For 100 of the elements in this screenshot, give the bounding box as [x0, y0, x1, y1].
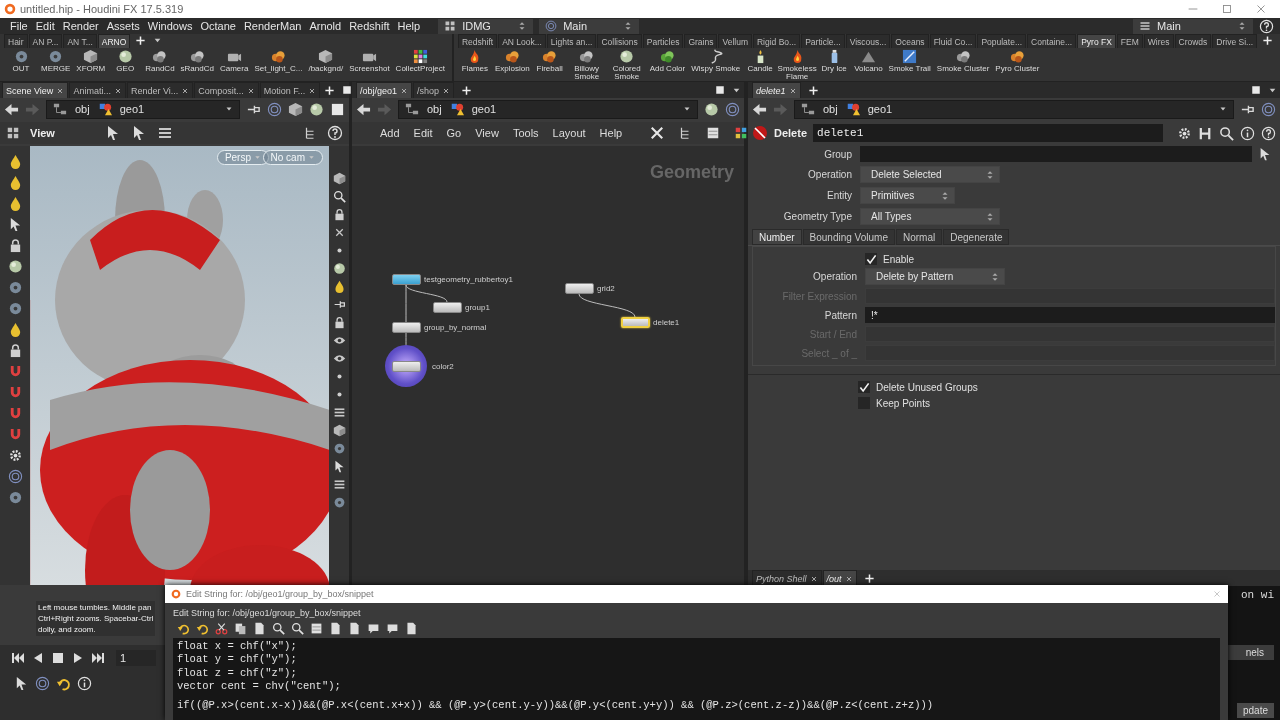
lock-icon[interactable] — [332, 208, 346, 221]
sphere-icon[interactable] — [332, 262, 346, 275]
pane-tab[interactable]: Composit... — [194, 82, 259, 98]
shelf-tool[interactable]: Dry Ice — [817, 49, 852, 73]
speech-bubble-icon[interactable] — [386, 622, 399, 635]
square-icon[interactable] — [1251, 85, 1261, 95]
path-crumb[interactable]: obj — [75, 103, 90, 115]
menu-item[interactable]: Go — [446, 127, 462, 139]
network-node[interactable] — [621, 317, 650, 328]
cube-icon[interactable] — [332, 172, 346, 185]
document-icon[interactable] — [253, 622, 266, 635]
update-button[interactable]: pdate — [1236, 703, 1274, 718]
shelf-tool[interactable]: Candle — [743, 49, 778, 73]
cube-icon[interactable] — [332, 424, 346, 437]
pane-tab[interactable]: AN Look... — [498, 34, 546, 48]
checkbox[interactable] — [865, 253, 877, 265]
back-arrow-icon[interactable] — [752, 101, 767, 117]
sphere-icon[interactable] — [309, 101, 324, 117]
disc-icon[interactable] — [7, 301, 23, 316]
shelf-tool[interactable]: Volcano — [851, 49, 886, 73]
pane-tab[interactable]: Pyro FX — [1077, 34, 1116, 48]
square-icon[interactable] — [330, 101, 345, 117]
shelf-tool[interactable]: Explosion — [491, 49, 533, 73]
search-icon[interactable] — [332, 190, 346, 203]
path-field[interactable]: obj geo1 — [398, 99, 698, 119]
network-node[interactable] — [392, 274, 421, 285]
folder-tab[interactable]: Normal — [896, 229, 943, 245]
caret-icon[interactable] — [225, 105, 233, 113]
color-grid-icon[interactable] — [734, 126, 749, 140]
pane-tab[interactable]: Grains — [684, 34, 718, 48]
path-crumb[interactable]: obj — [823, 103, 838, 115]
eye-icon[interactable] — [332, 334, 346, 347]
gear-icon[interactable] — [7, 448, 23, 463]
path-field[interactable]: obj geo1 — [46, 99, 240, 119]
back-arrow-icon[interactable] — [356, 101, 371, 117]
search-icon[interactable] — [1219, 125, 1234, 141]
help-icon[interactable] — [1259, 18, 1274, 34]
menu-item[interactable]: RenderMan — [239, 20, 306, 32]
eye-icon[interactable] — [332, 352, 346, 365]
shelf-tool[interactable]: RandCd — [142, 49, 178, 73]
shelf-tool[interactable]: Screenshot — [346, 49, 393, 73]
lock-icon[interactable] — [332, 316, 346, 329]
menu-item[interactable]: Add — [380, 127, 400, 139]
square-icon[interactable] — [342, 85, 353, 95]
sphere-icon[interactable] — [7, 259, 23, 274]
path-crumb[interactable]: obj — [427, 103, 442, 115]
pane-tab[interactable]: Populate... — [977, 34, 1026, 48]
network-node[interactable] — [392, 322, 421, 333]
dropdown-menu[interactable]: All Types — [860, 208, 1000, 225]
pane-tab[interactable]: Wires — [1143, 34, 1174, 48]
shelf-tool[interactable]: /backgnd/ — [305, 49, 347, 73]
desktop-selector[interactable]: IDMG — [438, 18, 534, 34]
node-name-field[interactable]: delete1 — [813, 124, 1163, 142]
shelf-tool[interactable]: Colored Smoke — [606, 49, 647, 81]
caret-icon[interactable] — [1219, 105, 1227, 113]
cube-icon[interactable] — [288, 101, 303, 117]
shelf-tool[interactable]: Wispy Smoke — [688, 49, 744, 73]
h-icon[interactable] — [1198, 125, 1213, 141]
shelf-tool[interactable]: CollectProject — [392, 49, 448, 73]
scissors-icon[interactable] — [215, 622, 228, 635]
disc-icon[interactable] — [7, 280, 23, 295]
network-node[interactable] — [392, 361, 421, 372]
pane-tab[interactable]: Redshift — [457, 34, 498, 48]
help-icon[interactable] — [327, 125, 343, 141]
plus-icon[interactable] — [1262, 35, 1274, 46]
network-node[interactable] — [565, 283, 594, 294]
desktop-selector[interactable]: Main — [1133, 18, 1253, 34]
pane-tab[interactable]: Hair — [4, 34, 28, 48]
plus-icon[interactable] — [807, 85, 819, 96]
tree-icon[interactable] — [303, 126, 317, 140]
menu-item[interactable]: Tools — [512, 127, 539, 139]
pane-tab[interactable]: FEM — [1116, 34, 1143, 48]
pane-tab[interactable]: Crowds — [1174, 34, 1212, 48]
shelf-tool[interactable]: Fireball — [532, 49, 567, 73]
pane-tab[interactable]: Lights an... — [546, 34, 597, 48]
document-icon[interactable] — [348, 622, 361, 635]
info-icon[interactable] — [77, 676, 92, 691]
shelf-tool[interactable]: Smokeless Flame — [777, 49, 818, 81]
skip-back-icon[interactable] — [10, 650, 26, 666]
pin-icon[interactable] — [332, 298, 346, 311]
pane-tab[interactable]: Viscous... — [845, 34, 891, 48]
pointer-icon[interactable] — [1258, 147, 1272, 161]
pane-tab[interactable]: Particles — [642, 34, 684, 48]
pane-tab[interactable]: /out — [822, 570, 857, 586]
pane-tab[interactable]: /obj/geo1 — [356, 82, 413, 98]
path-field[interactable]: obj geo1 — [794, 99, 1234, 119]
dropdown-menu[interactable]: Delete Selected — [860, 166, 1000, 183]
menu-item[interactable]: Octane — [196, 20, 240, 32]
plus-icon[interactable] — [135, 35, 147, 46]
shelf-tool[interactable]: Smoke Trail — [885, 49, 934, 73]
shelf-tool[interactable]: Set_light_C... — [251, 49, 306, 73]
document-icon[interactable] — [329, 622, 342, 635]
checkbox[interactable] — [858, 381, 870, 393]
dropdown-menu[interactable]: Delete by Pattern — [865, 268, 1005, 285]
menu-item[interactable]: Render — [58, 20, 103, 32]
pane-tab[interactable]: Scene View — [2, 82, 69, 98]
disc-icon[interactable] — [7, 490, 23, 505]
pane-tab[interactable]: Python Shell — [752, 570, 822, 586]
list-icon[interactable] — [706, 126, 721, 140]
pane-tab[interactable]: ARNO — [97, 34, 131, 48]
